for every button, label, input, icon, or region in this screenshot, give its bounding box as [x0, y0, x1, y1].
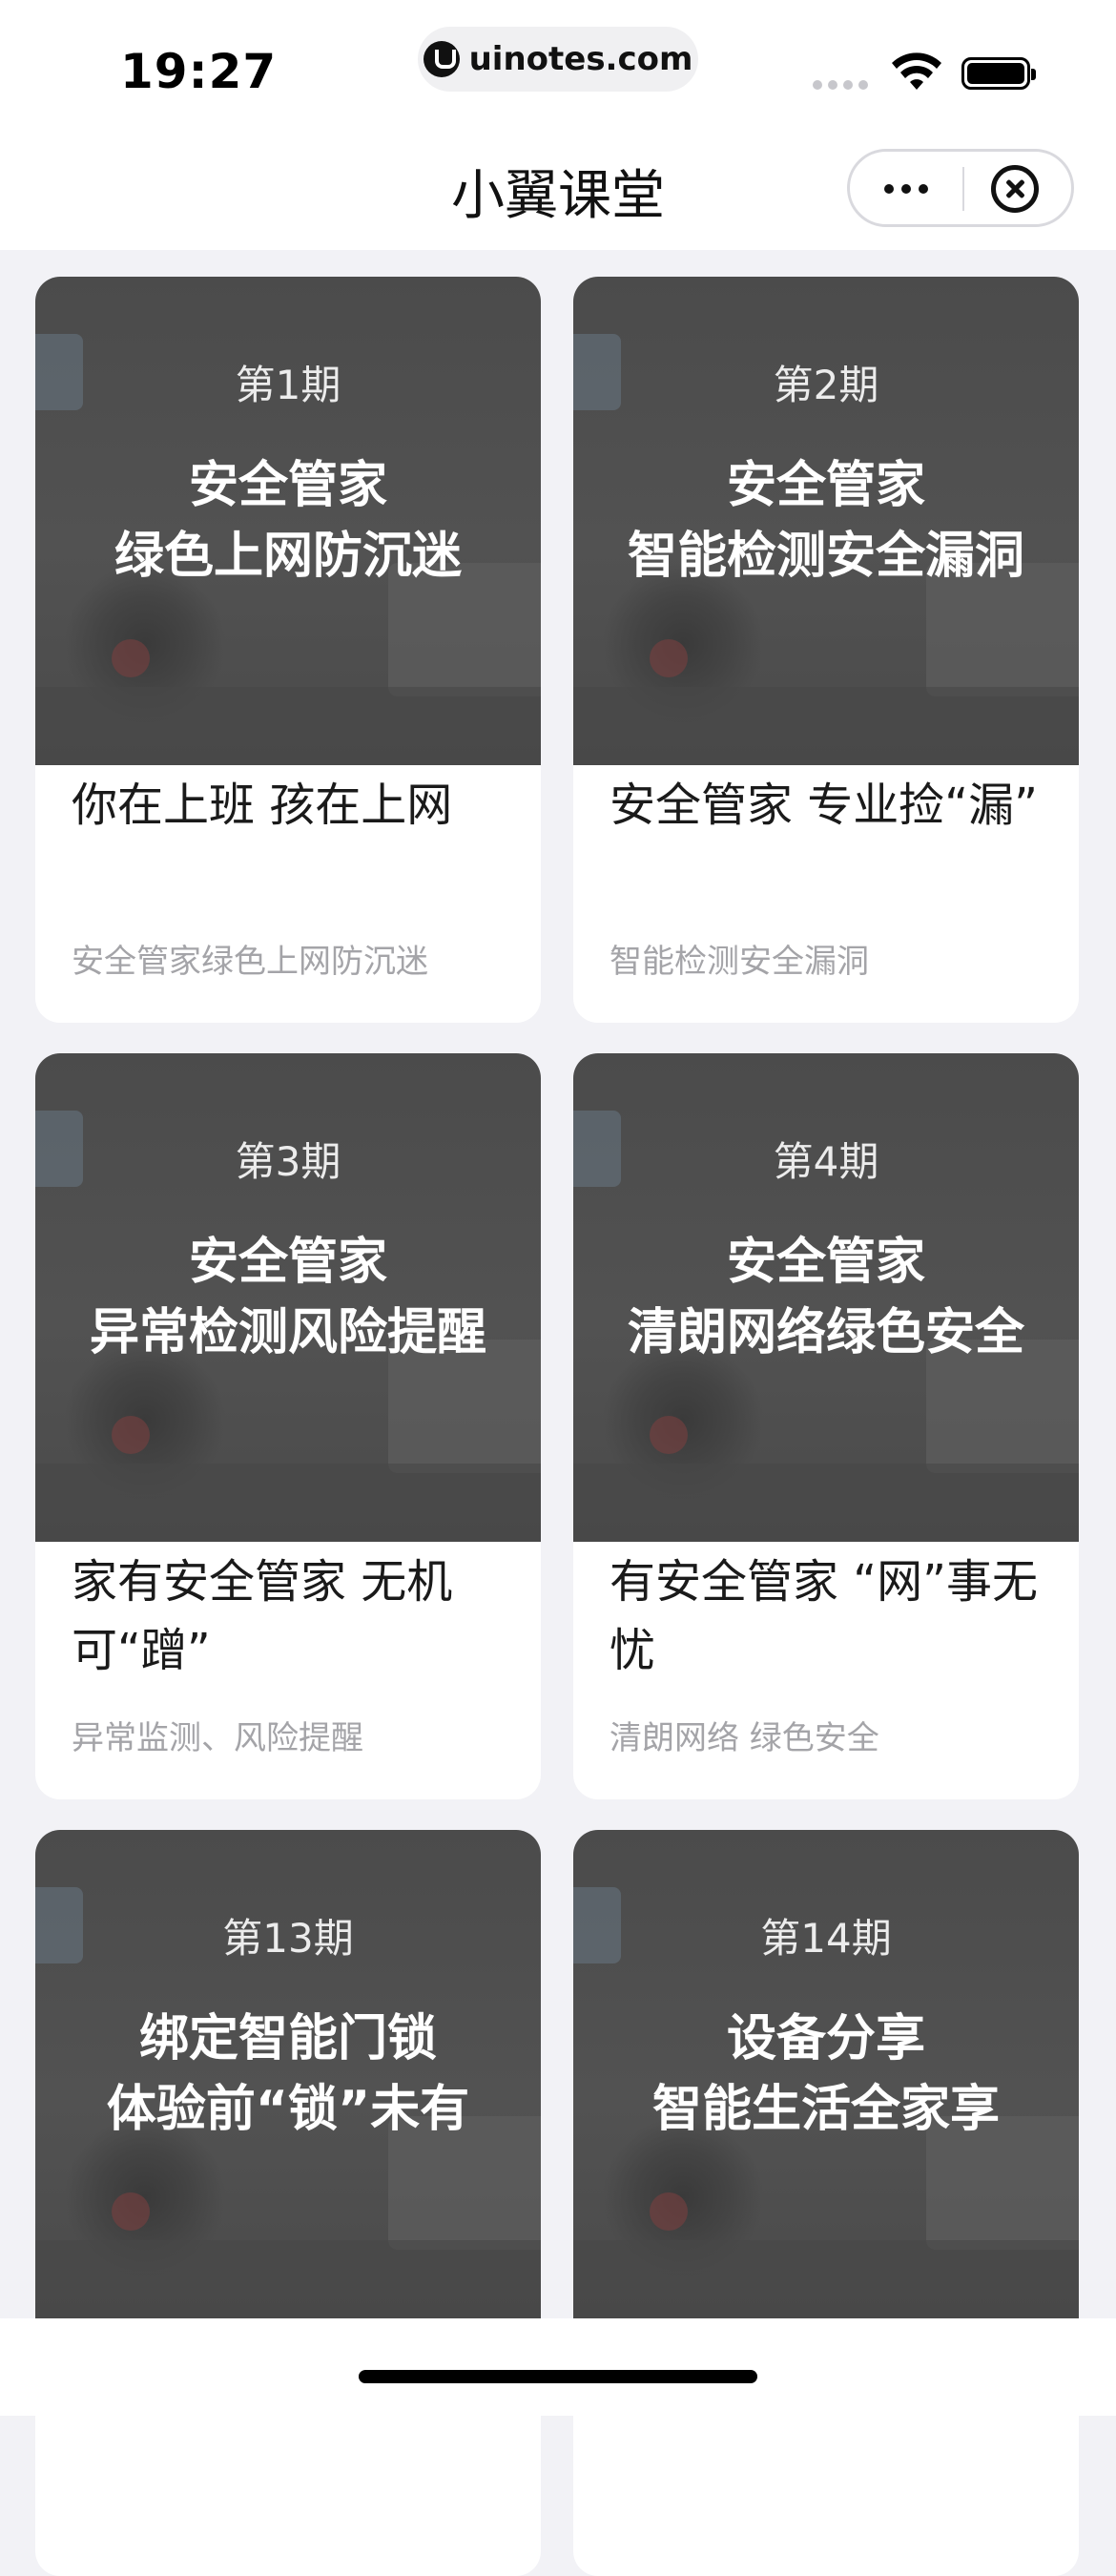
wifi-icon [892, 52, 941, 90]
course-card[interactable]: 第4期 安全管家 清朗网络绿色安全 有安全管家 “网”事无忧 清朗网络 绿色安全 [573, 1053, 1079, 1799]
capsule-divider [962, 167, 964, 211]
headline-line: 安全管家 [188, 457, 387, 514]
headline-line: 异常检测风险提醒 [89, 1304, 486, 1361]
headline-line: 安全管家 [726, 1234, 925, 1291]
banner-headline: 安全管家 异常检测风险提醒 [35, 1227, 541, 1368]
ellipsis-icon[interactable] [884, 184, 928, 194]
card-title: 安全管家 专业捡“漏” [610, 779, 1038, 832]
banner-headline: 绑定智能门锁 体验前“锁”未有 [35, 2004, 541, 2145]
banner-headline: 安全管家 绿色上网防沉迷 [35, 450, 541, 592]
url-pill[interactable]: uinotes.com [418, 27, 698, 92]
site-logo-icon [423, 41, 460, 77]
issue-number: 第4期 [773, 1138, 879, 1185]
issue-number: 第3期 [235, 1138, 341, 1185]
headline-line: 智能生活全家享 [651, 2081, 1000, 2138]
card-banner: 第4期 安全管家 清朗网络绿色安全 [573, 1053, 1079, 1542]
site-url: uinotes.com [468, 40, 693, 78]
course-card[interactable]: 第3期 安全管家 异常检测风险提醒 家有安全管家 无机可“蹭” 异常监测、风险提… [35, 1053, 541, 1799]
card-title: 有安全管家 “网”事无忧 [610, 1555, 1038, 1677]
miniprogram-capsule [847, 149, 1074, 227]
bottom-safe-area [0, 2318, 1116, 2416]
status-time: 19:27 [120, 44, 278, 99]
headline-line: 体验前“锁”未有 [106, 2081, 470, 2138]
card-banner: 第13期 绑定智能门锁 体验前“锁”未有 [35, 1830, 541, 2318]
card-banner: 第2期 安全管家 智能检测安全漏洞 [573, 277, 1079, 765]
course-card[interactable]: 第13期 绑定智能门锁 体验前“锁”未有 [35, 1830, 541, 2576]
cellular-signal-icon [813, 80, 868, 90]
course-grid: 第1期 安全管家 绿色上网防沉迷 你在上班 孩在上网 安全管家绿色上网防沉迷 第… [35, 277, 1081, 2576]
headline-line: 绑定智能门锁 [138, 2010, 437, 2067]
banner-headline: 安全管家 清朗网络绿色安全 [573, 1227, 1079, 1368]
nav-bar: 小翼课堂 [0, 124, 1116, 250]
card-title: 你在上班 孩在上网 [72, 779, 453, 832]
course-card[interactable]: 第2期 安全管家 智能检测安全漏洞 安全管家 专业捡“漏” 智能检测安全漏洞 [573, 277, 1079, 1023]
banner-headline: 安全管家 智能检测安全漏洞 [573, 450, 1079, 592]
banner-headline: 设备分享 智能生活全家享 [573, 2004, 1079, 2145]
headline-line: 设备分享 [726, 2010, 925, 2067]
issue-number: 第14期 [760, 1915, 892, 1962]
course-card[interactable]: 第1期 安全管家 绿色上网防沉迷 你在上班 孩在上网 安全管家绿色上网防沉迷 [35, 277, 541, 1023]
course-card[interactable]: 第14期 设备分享 智能生活全家享 [573, 1830, 1079, 2576]
card-banner: 第3期 安全管家 异常检测风险提醒 [35, 1053, 541, 1542]
headline-line: 绿色上网防沉迷 [114, 528, 462, 585]
card-subtitle: 异常监测、风险提醒 [72, 1719, 363, 1757]
status-bar: 19:27 uinotes.com [0, 0, 1116, 124]
headline-line: 安全管家 [188, 1234, 387, 1291]
headline-line: 清朗网络绿色安全 [627, 1304, 1024, 1361]
battery-icon [961, 57, 1036, 90]
card-banner: 第1期 安全管家 绿色上网防沉迷 [35, 277, 541, 765]
headline-line: 安全管家 [726, 457, 925, 514]
issue-number: 第13期 [222, 1915, 354, 1962]
card-title: 家有安全管家 无机可“蹭” [72, 1555, 453, 1677]
home-indicator[interactable] [359, 2370, 757, 2383]
card-subtitle: 清朗网络 绿色安全 [610, 1719, 879, 1757]
card-subtitle: 智能检测安全漏洞 [610, 943, 869, 981]
card-banner: 第14期 设备分享 智能生活全家享 [573, 1830, 1079, 2318]
close-circle-icon[interactable] [991, 165, 1039, 213]
issue-number: 第1期 [235, 362, 341, 408]
card-subtitle: 安全管家绿色上网防沉迷 [72, 943, 428, 981]
issue-number: 第2期 [773, 362, 879, 408]
headline-line: 智能检测安全漏洞 [627, 528, 1024, 585]
